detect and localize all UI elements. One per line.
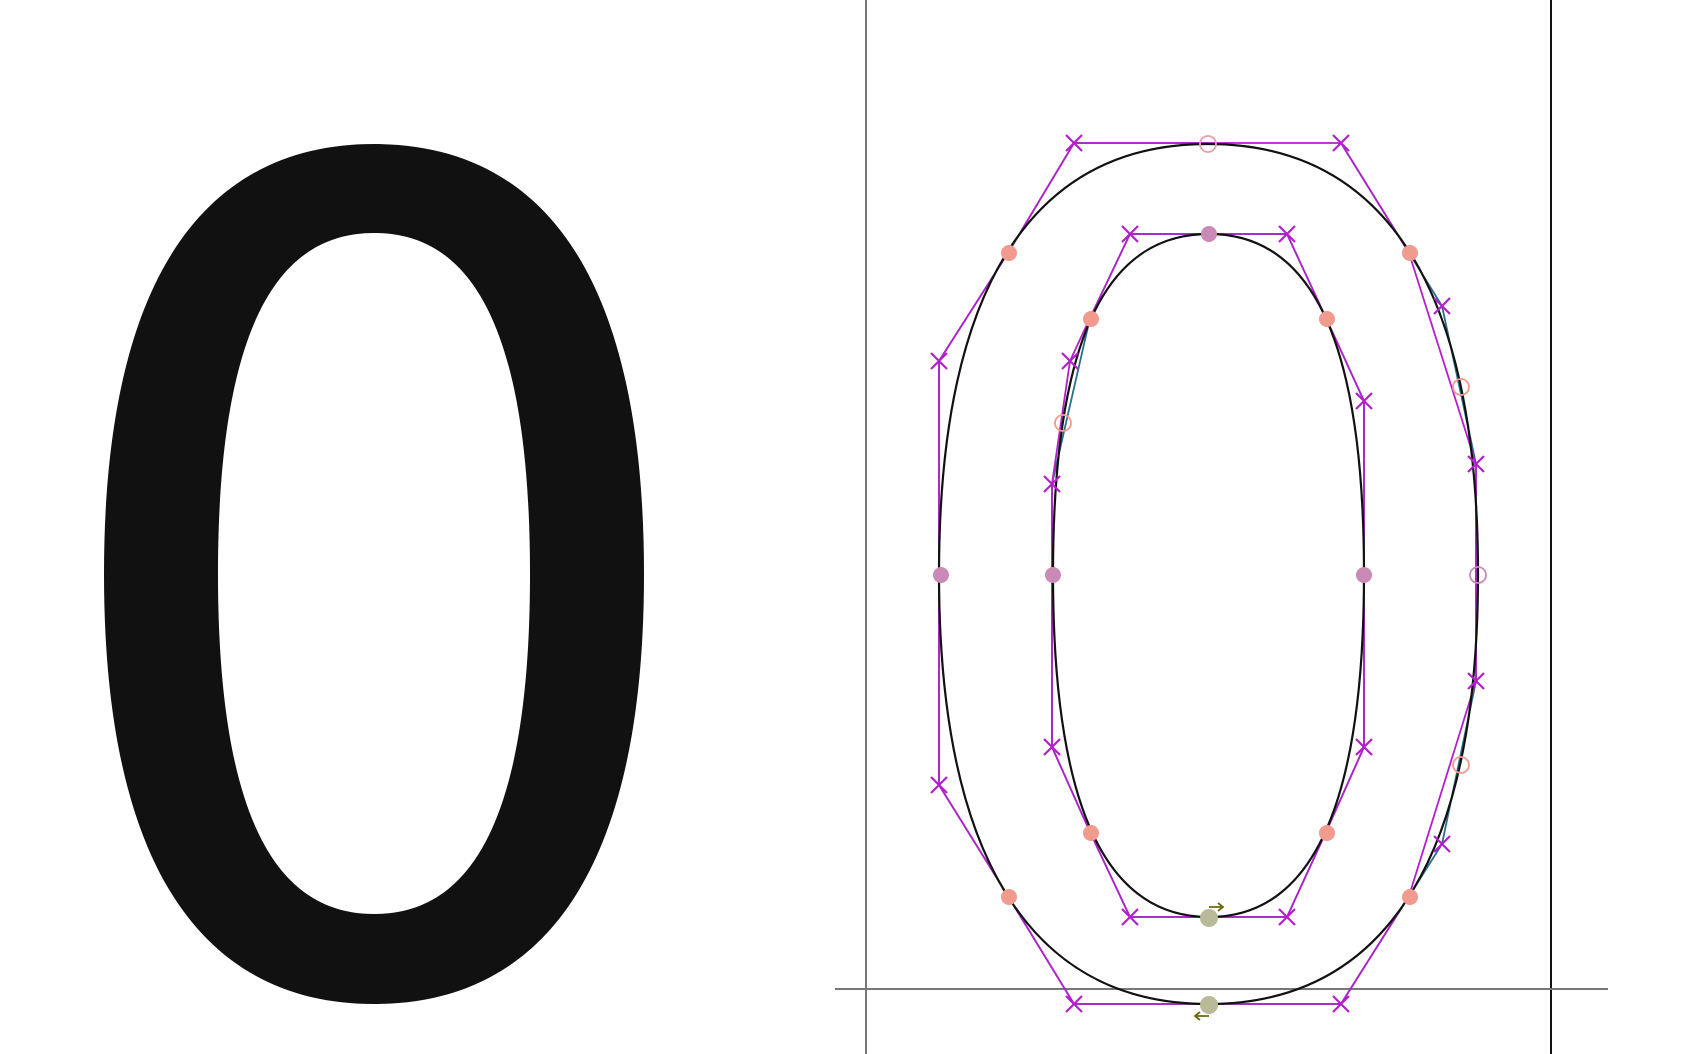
- inner-contour[interactable]: [1051, 232, 1366, 919]
- outer-contour[interactable]: [937, 142, 1480, 1006]
- start-points[interactable]: [1193, 902, 1225, 1021]
- on-curve-point[interactable]: [1319, 825, 1335, 841]
- inner-handle-lines-magenta: [1051, 233, 1365, 918]
- outer-handles: [938, 142, 1477, 1005]
- on-curve-point[interactable]: [1001, 889, 1017, 905]
- on-curve-point[interactable]: [1001, 245, 1017, 261]
- on-curve-point[interactable]: [1402, 245, 1418, 261]
- outer-start-point[interactable]: [1200, 996, 1218, 1014]
- inner-start-point[interactable]: [1200, 909, 1218, 927]
- glyph-canvas-svg: [104, 0, 1608, 1054]
- extreme-point[interactable]: [1201, 226, 1217, 242]
- extreme-point[interactable]: [1045, 567, 1061, 583]
- glyph-preview: [104, 144, 644, 1004]
- on-curve-points[interactable]: [933, 135, 1487, 905]
- on-curve-point[interactable]: [1083, 311, 1099, 327]
- on-curve-point[interactable]: [1083, 825, 1099, 841]
- outline-editor[interactable]: [835, 0, 1608, 1054]
- glyph-editor-canvas: [0, 0, 1702, 1054]
- on-curve-point[interactable]: [1402, 889, 1418, 905]
- extreme-point[interactable]: [933, 567, 949, 583]
- extreme-point[interactable]: [1356, 567, 1372, 583]
- contours[interactable]: [937, 142, 1480, 1006]
- inner-handles: [1051, 233, 1365, 918]
- outer-handle-lines-teal: [938, 142, 1477, 1005]
- off-curve-points[interactable]: [930, 134, 1485, 1013]
- inner-handle-lines-teal: [1051, 233, 1365, 918]
- outer-handle-lines-magenta: [938, 142, 1477, 1005]
- glyph-zero-preview: [104, 144, 644, 1004]
- on-curve-point[interactable]: [1319, 311, 1335, 327]
